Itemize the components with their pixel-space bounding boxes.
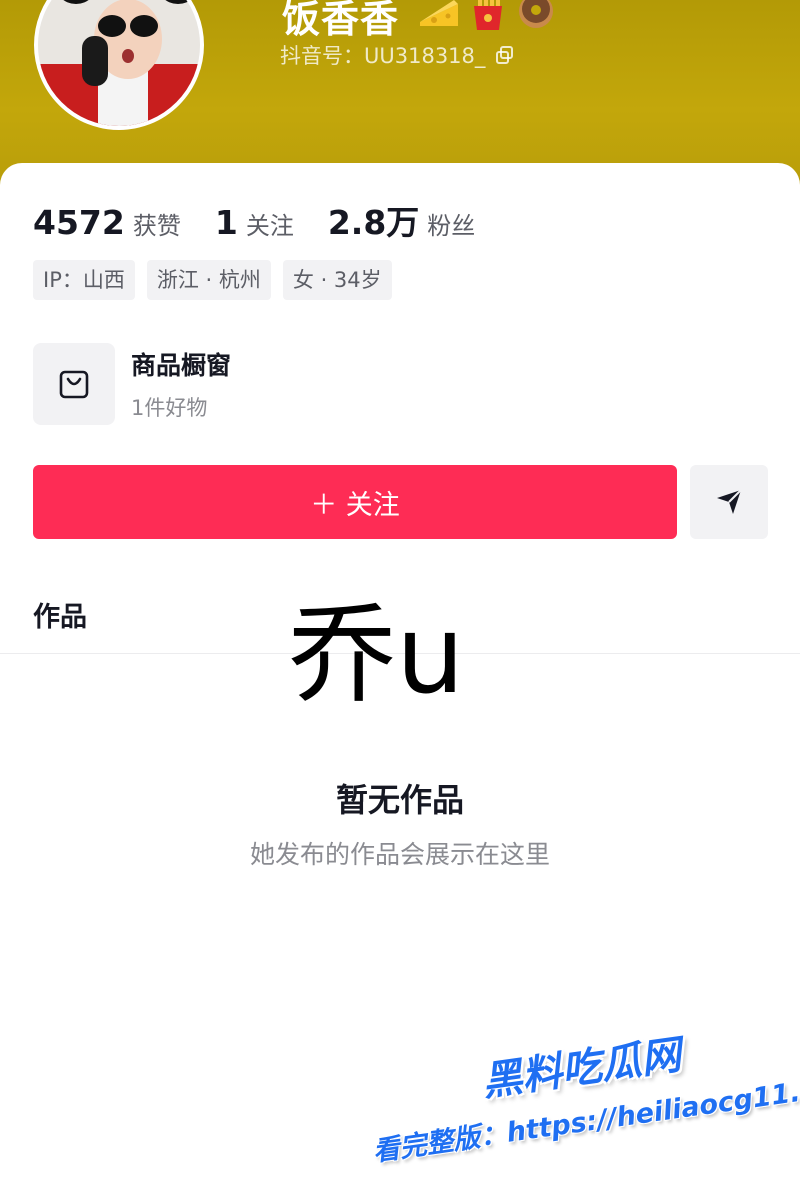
- send-icon: [717, 489, 742, 514]
- stat-likes[interactable]: 4572 获赞: [33, 203, 181, 242]
- profile-card: 4572 获赞 1 关注 2.8万 粉丝 IP：山西 浙江 · 杭州 女 · 3…: [0, 163, 800, 1200]
- stat-likes-value: 4572: [33, 203, 125, 242]
- shop-title: 商品橱窗: [131, 351, 232, 380]
- stat-following-label: 关注: [245, 212, 294, 240]
- tag-city: 浙江 · 杭州: [146, 260, 271, 300]
- tag-gender-age: 女 · 34岁: [282, 260, 392, 300]
- stat-following[interactable]: 1 关注: [215, 203, 294, 242]
- profile-tags: IP：山西 浙江 · 杭州 女 · 34岁: [33, 260, 392, 300]
- donut-emoji-icon: [519, 0, 553, 28]
- overlay-caption: 乔u: [288, 593, 465, 718]
- shop-subtitle: 1件好物: [131, 396, 208, 420]
- avatar-photo: [38, 0, 200, 126]
- fries-emoji-icon: [474, 0, 502, 30]
- follow-button[interactable]: ＋ 关注: [33, 465, 677, 539]
- douyin-id-text: 抖音号：UU318318_: [280, 44, 486, 68]
- username-emojis: [418, 0, 558, 30]
- tab-works[interactable]: 作品: [33, 595, 87, 634]
- empty-state-title: 暂无作品: [335, 781, 464, 819]
- stat-followers-value: 2.8万: [327, 203, 420, 242]
- shopping-bag-icon: [59, 370, 89, 399]
- stat-likes-label: 获赞: [132, 212, 181, 240]
- tag-ip-location: IP：山西: [33, 260, 135, 300]
- profile-stats: 4572 获赞 1 关注 2.8万 粉丝: [33, 196, 509, 244]
- shop-icon-box: [33, 343, 115, 425]
- stat-following-value: 1: [214, 203, 238, 242]
- shop-text: 商品橱窗 1件好物: [131, 346, 231, 422]
- product-showcase[interactable]: 商品橱窗 1件好物: [33, 343, 231, 425]
- empty-state-subtitle: 她发布的作品会展示在这里: [249, 840, 550, 869]
- copy-icon[interactable]: [495, 45, 515, 65]
- share-button[interactable]: [690, 465, 768, 539]
- cheese-emoji-icon: [420, 0, 458, 26]
- avatar[interactable]: [34, 0, 204, 130]
- username: 饭香香: [282, 0, 400, 41]
- douyin-id: 抖音号：UU318318_: [280, 40, 515, 70]
- stat-followers[interactable]: 2.8万 粉丝: [328, 196, 475, 244]
- stat-followers-label: 粉丝: [427, 212, 476, 240]
